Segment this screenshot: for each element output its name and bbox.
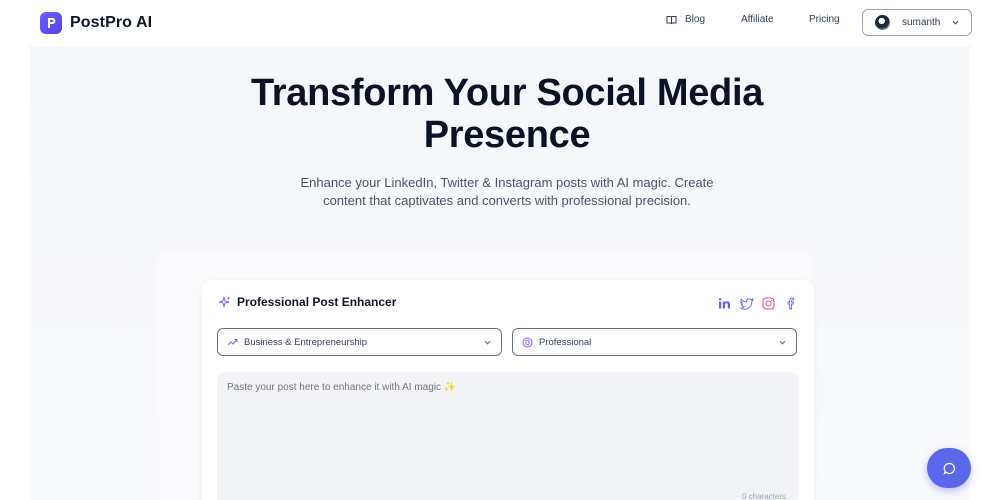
trending-up-icon [227, 338, 238, 346]
sparkles-icon [218, 296, 230, 307]
post-enhancer-card: Professional Post Enhancer Business & En… [202, 280, 814, 500]
nav-affiliate-label: Affiliate [741, 14, 774, 25]
hero-title-line1: Transform Your Social Media [250, 72, 764, 114]
card-title-text: Professional Post Enhancer [237, 295, 397, 309]
tone-icon [522, 337, 533, 348]
nav-pricing-link[interactable]: Pricing [809, 14, 840, 25]
tone-select-value: Professional [539, 336, 592, 348]
linkedin-icon[interactable] [717, 296, 732, 311]
nav-blog-link[interactable]: Blog [666, 14, 705, 25]
avatar [875, 15, 890, 30]
chat-bubble-icon [942, 462, 955, 475]
hero-title: Transform Your Social Media Presence [0, 72, 1000, 156]
chevron-down-icon [484, 340, 491, 345]
post-input[interactable] [217, 372, 798, 500]
chevron-down-icon [779, 340, 786, 345]
nav-pricing-label: Pricing [809, 14, 840, 25]
user-name: sumanth [902, 17, 941, 28]
instagram-icon[interactable] [761, 296, 776, 311]
brand[interactable]: PostPro AI [40, 12, 152, 34]
top-header: PostPro AI Blog Affiliate Pricing sumant… [0, 0, 1000, 46]
nav-blog-label: Blog [685, 14, 706, 25]
brand-name: PostPro AI [70, 14, 153, 31]
category-select[interactable]: Business & Entrepreneurship [217, 328, 502, 356]
chat-button[interactable] [927, 448, 971, 488]
chevron-down-icon [952, 20, 959, 25]
hero-subtitle-line2: content that captivates and converts wit… [323, 193, 691, 208]
tone-select[interactable]: Professional [512, 328, 797, 356]
category-select-value: Business & Entrepreneurship [244, 336, 368, 348]
twitter-icon[interactable] [739, 296, 754, 311]
character-count: 0 characters [742, 492, 787, 500]
hero-title-line2: Presence [423, 114, 591, 156]
page: PostPro AI Blog Affiliate Pricing sumant… [0, 0, 1000, 500]
facebook-icon[interactable] [783, 296, 798, 311]
hero-subtitle: Enhance your LinkedIn, Twitter & Instagr… [260, 174, 754, 210]
nav-affiliate-link[interactable]: Affiliate [741, 14, 774, 25]
user-menu-button[interactable]: sumanth [862, 9, 972, 36]
book-icon [666, 15, 677, 24]
brand-logo-icon [40, 12, 62, 34]
hero-subtitle-line1: Enhance your LinkedIn, Twitter & Instagr… [300, 175, 714, 190]
card-title: Professional Post Enhancer [218, 295, 396, 309]
